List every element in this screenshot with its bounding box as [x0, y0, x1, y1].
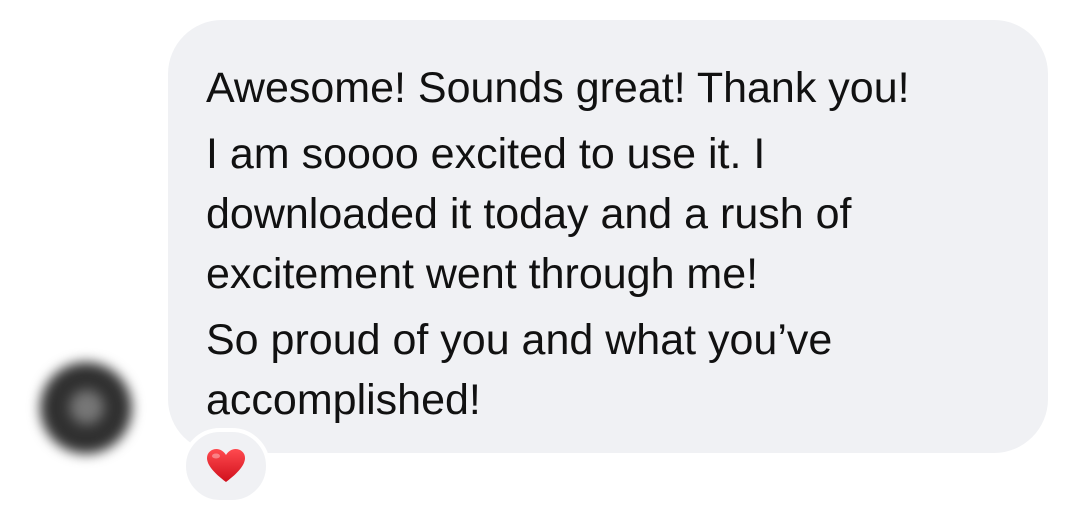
red-heart-icon — [207, 449, 245, 482]
message-line: I am soooo excited to use it. I — [206, 130, 766, 178]
message-line: downloaded it today and a rush of — [206, 190, 852, 238]
sender-avatar[interactable] — [40, 362, 132, 454]
message-line: So proud of you and what you’ve — [206, 316, 833, 364]
chat-thread: Awesome! Sounds great! Thank you! I am s… — [0, 0, 1081, 515]
avatar-blur-detail — [70, 390, 104, 424]
message-bubble[interactable]: Awesome! Sounds great! Thank you! I am s… — [168, 20, 1048, 453]
message-line: Awesome! Sounds great! Thank you! — [206, 64, 910, 112]
reaction-badge[interactable] — [182, 428, 270, 504]
message-line: excitement went through me! — [206, 250, 759, 298]
message-line: accomplished! — [206, 376, 481, 424]
